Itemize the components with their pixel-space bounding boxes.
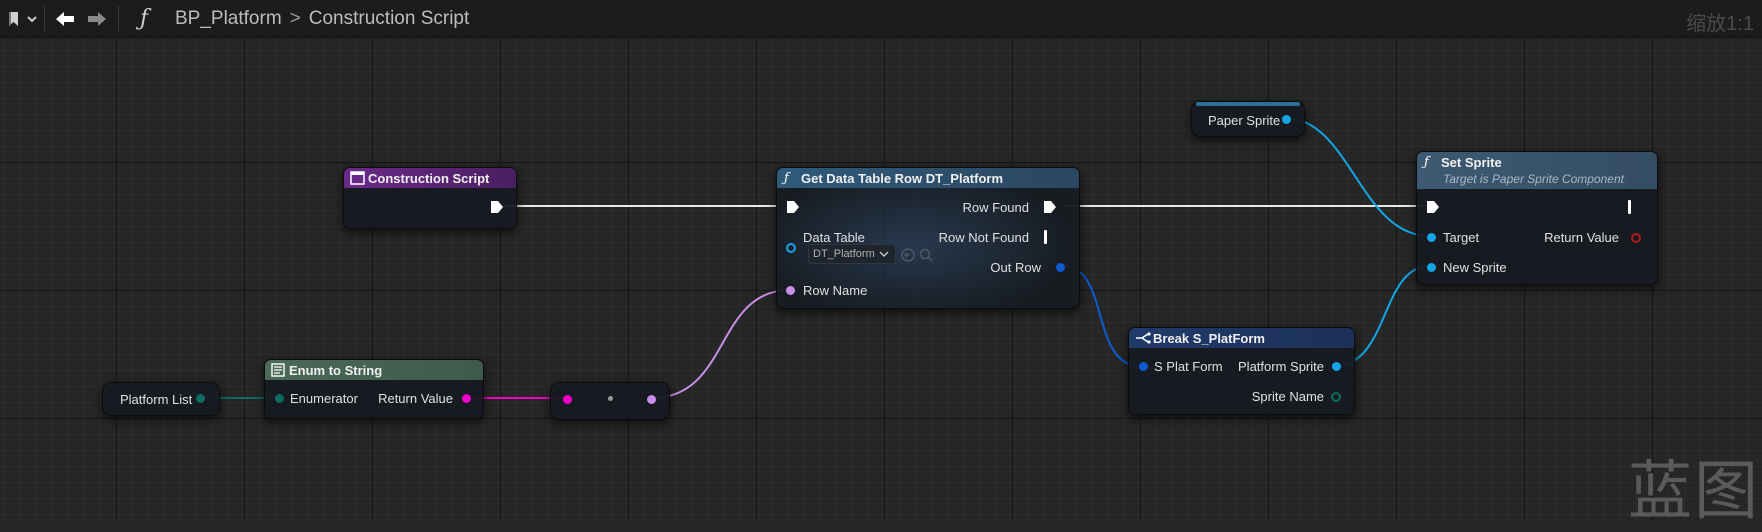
break-struct-icon	[1136, 332, 1151, 344]
node-break-platform-header: Break S_PlatForm	[1129, 328, 1354, 348]
row-not-found-exec-pin[interactable]	[1041, 230, 1055, 244]
variable-color-bar	[1196, 102, 1300, 106]
sprite-name-pin[interactable]	[1331, 392, 1341, 402]
node-construction-script-header: Construction Script	[344, 168, 516, 188]
platform-list-label: Platform List	[120, 392, 193, 407]
node-string-to-name[interactable]	[550, 382, 670, 420]
search-icon[interactable]	[919, 248, 933, 262]
paper-sprite-label: Paper Sprite	[1208, 113, 1281, 128]
event-icon	[350, 171, 365, 185]
row-name-pin[interactable]	[786, 286, 795, 295]
out-row-label: Out Row	[990, 260, 1041, 275]
conversion-dot-icon	[608, 396, 613, 401]
node-enum-to-string[interactable]: Enum to String Enumerator Return Value	[264, 359, 484, 419]
target-pin[interactable]	[1427, 233, 1436, 242]
function-icon: ƒ	[1424, 155, 1429, 170]
new-sprite-pin[interactable]	[1427, 263, 1436, 272]
function-icon: ƒ	[784, 171, 789, 186]
platform-list-pin[interactable]	[196, 394, 205, 403]
node-title: Break S_PlatForm	[1153, 330, 1265, 346]
conversion-output-pin[interactable]	[647, 395, 656, 404]
s-plat-form-pin[interactable]	[1139, 362, 1148, 371]
data-table-value: DT_Platform	[813, 248, 875, 260]
row-not-found-label: Row Not Found	[938, 230, 1029, 245]
node-title: Enum to String	[289, 362, 383, 378]
return-value-pin[interactable]	[1631, 233, 1641, 243]
row-found-label: Row Found	[962, 200, 1029, 215]
use-selected-icon[interactable]	[901, 248, 915, 262]
exec-in-pin[interactable]	[786, 200, 800, 214]
enumerator-label: Enumerator	[290, 391, 358, 406]
out-row-pin[interactable]	[1056, 263, 1065, 272]
enumerator-pin[interactable]	[275, 394, 284, 403]
return-value-label: Return Value	[1544, 230, 1619, 245]
wire-paper-sprite-to-target	[1284, 117, 1431, 237]
paper-sprite-pin[interactable]	[1282, 115, 1291, 124]
node-enum-to-string-header: Enum to String	[265, 360, 483, 380]
node-title: Construction Script	[368, 170, 490, 186]
data-table-label: Data Table	[803, 230, 865, 245]
chevron-down-icon	[879, 251, 889, 258]
platform-sprite-label: Platform Sprite	[1238, 359, 1324, 374]
platform-sprite-pin[interactable]	[1332, 362, 1341, 371]
exec-out-pin[interactable]	[490, 200, 504, 214]
data-table-pin[interactable]	[786, 243, 796, 253]
s-plat-form-label: S Plat Form	[1154, 359, 1223, 374]
node-break-platform[interactable]: Break S_PlatForm S Plat Form Platform Sp…	[1128, 327, 1355, 415]
node-platform-list[interactable]: Platform List	[102, 382, 220, 416]
exec-out-pin[interactable]	[1623, 200, 1637, 214]
node-get-data-table-row-header: ƒ Get Data Table Row DT_Platform	[777, 168, 1079, 188]
target-label: Target	[1443, 230, 1480, 245]
watermark: 蓝图	[1628, 455, 1760, 529]
data-table-dropdown[interactable]: DT_Platform	[808, 244, 896, 264]
exec-in-pin[interactable]	[1426, 200, 1440, 214]
wire-string-to-row-name	[651, 289, 791, 399]
new-sprite-label: New Sprite	[1443, 260, 1507, 275]
node-paper-sprite[interactable]: Paper Sprite	[1191, 101, 1305, 137]
node-construction-script[interactable]: Construction Script	[343, 167, 517, 229]
node-set-sprite[interactable]: ƒ Set Sprite Target is Paper Sprite Comp…	[1416, 151, 1658, 285]
conversion-icon	[271, 363, 285, 377]
node-get-data-table-row[interactable]: ƒ Get Data Table Row DT_Platform Data Ta…	[776, 167, 1080, 309]
return-value-pin[interactable]	[462, 394, 471, 403]
row-found-exec-pin[interactable]	[1043, 200, 1057, 214]
conversion-input-pin[interactable]	[563, 395, 572, 404]
node-title: Set Sprite	[1441, 155, 1502, 170]
sprite-name-label: Sprite Name	[1251, 389, 1324, 404]
row-name-label: Row Name	[803, 283, 868, 298]
return-value-label: Return Value	[378, 391, 453, 406]
node-subtitle: Target is Paper Sprite Component	[1443, 172, 1624, 186]
node-title: Get Data Table Row DT_Platform	[801, 170, 1004, 186]
